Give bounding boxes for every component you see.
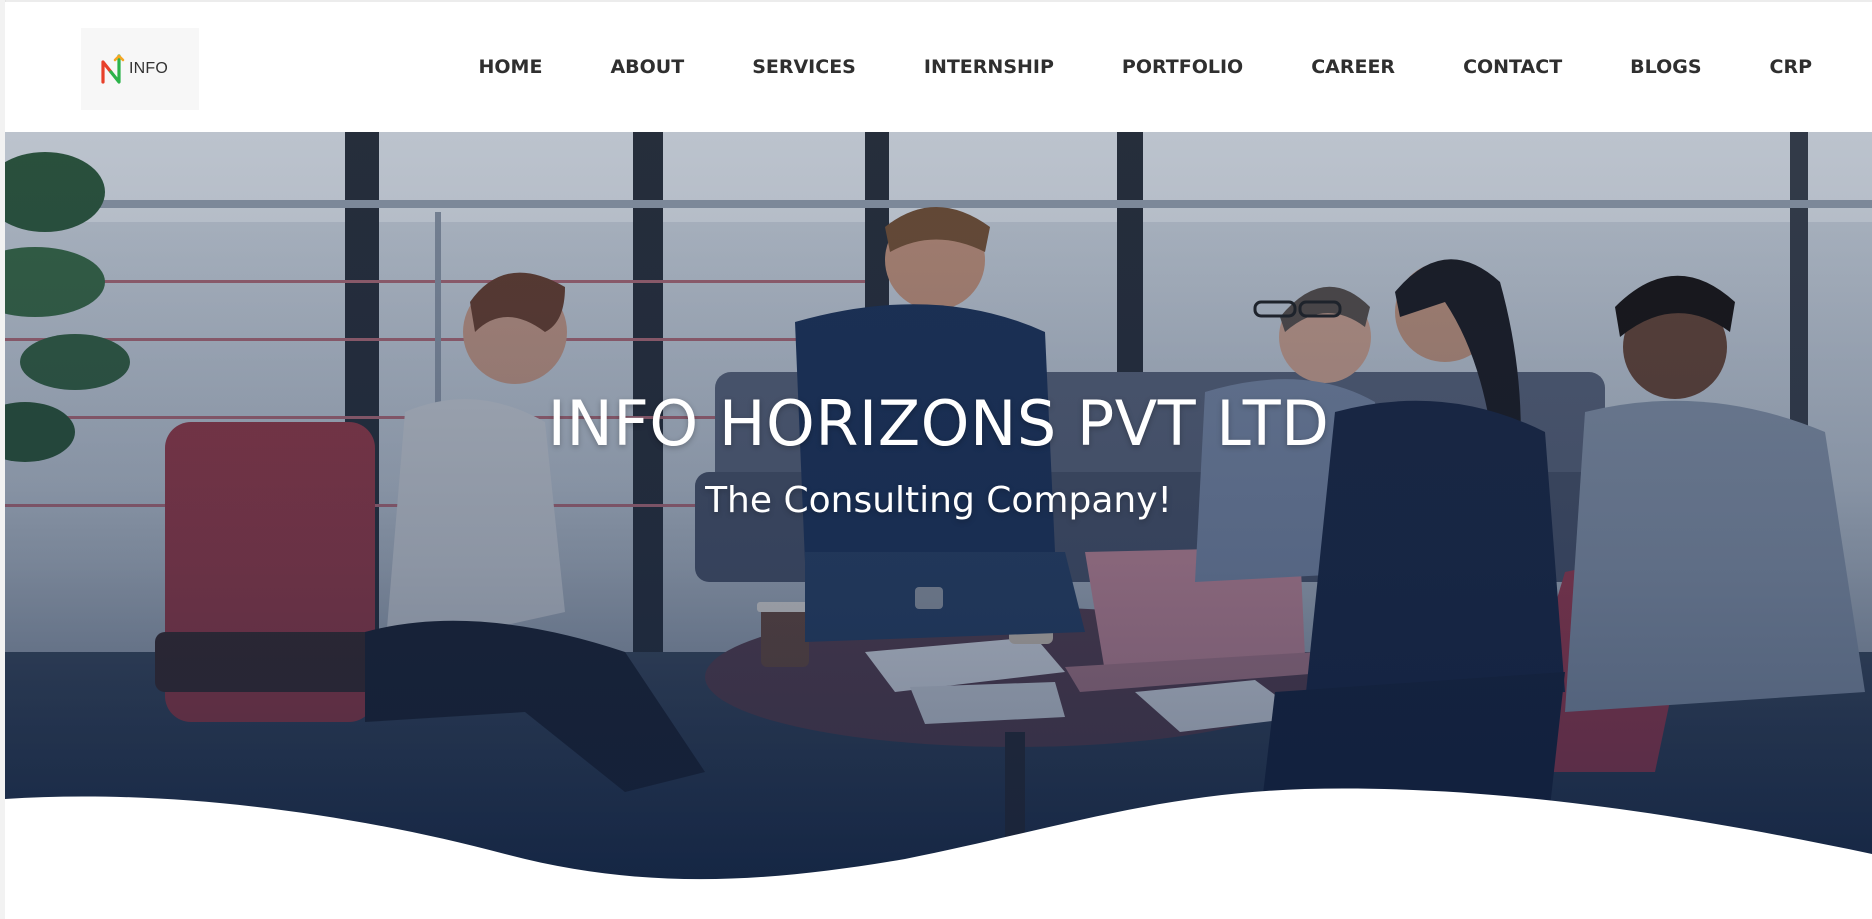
- nav-item-contact[interactable]: CONTACT: [1463, 56, 1562, 78]
- hero-wave-divider: [5, 788, 1872, 919]
- site-logo[interactable]: INFO: [81, 28, 199, 110]
- hero-subtitle: The Consulting Company!: [705, 480, 1172, 521]
- nav-item-crp[interactable]: CRP: [1770, 56, 1813, 78]
- nav-item-about[interactable]: ABOUT: [610, 56, 684, 78]
- site-header: INFO HOME ABOUT SERVICES INTERNSHIP PORT…: [5, 2, 1872, 132]
- logo-text: INFO: [129, 60, 169, 77]
- nav-item-services[interactable]: SERVICES: [752, 56, 856, 78]
- hero-title: INFO HORIZONS PVT LTD: [547, 387, 1330, 460]
- nav-item-home[interactable]: HOME: [479, 56, 543, 78]
- page: INFO HOME ABOUT SERVICES INTERNSHIP PORT…: [0, 0, 1872, 919]
- nav-item-internship[interactable]: INTERNSHIP: [924, 56, 1054, 78]
- nav-item-portfolio[interactable]: PORTFOLIO: [1122, 56, 1243, 78]
- nav-item-blogs[interactable]: BLOGS: [1630, 56, 1701, 78]
- main-nav: HOME ABOUT SERVICES INTERNSHIP PORTFOLIO…: [445, 2, 1872, 132]
- hero-section: INFO HORIZONS PVT LTD The Consulting Com…: [5, 132, 1872, 919]
- info-horizons-logo-icon: [101, 54, 125, 84]
- nav-item-career[interactable]: CAREER: [1311, 56, 1395, 78]
